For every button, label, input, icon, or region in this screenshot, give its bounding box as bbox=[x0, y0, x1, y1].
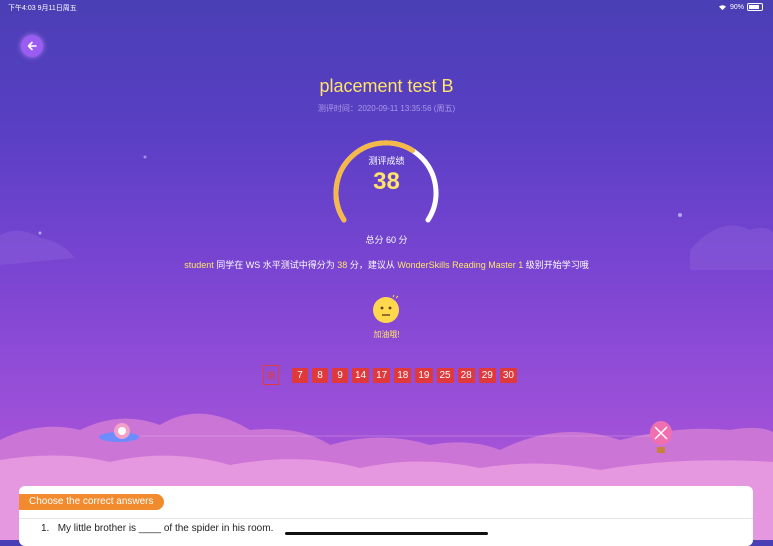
questions-card: Choose the correct answers 1. My little … bbox=[19, 486, 753, 546]
student-name: student bbox=[184, 260, 214, 270]
wrong-question-9[interactable]: 9 bbox=[332, 367, 348, 383]
question-text: My little brother is ____ of the spider … bbox=[57, 523, 274, 534]
back-button[interactable] bbox=[21, 35, 43, 57]
test-time: 测评时间：2020-09-11 13:35:56 (周五) bbox=[317, 104, 456, 113]
summary-score: 38 bbox=[337, 260, 348, 270]
ufo-icon bbox=[99, 423, 139, 442]
wrong-question-18[interactable]: 18 bbox=[394, 367, 412, 383]
wrong-question-14[interactable]: 14 bbox=[352, 367, 370, 383]
wrong-question-7[interactable]: 7 bbox=[292, 367, 308, 383]
wrong-question-29[interactable]: 29 bbox=[478, 367, 496, 383]
summary-text-2: 分，建议从 bbox=[347, 260, 398, 270]
balloon-icon bbox=[650, 421, 672, 453]
wrong-questions-list: 错 7 8 9 14 17 18 19 25 28 29 30 bbox=[263, 365, 517, 385]
wrong-question-25[interactable]: 25 bbox=[436, 367, 454, 383]
recommended-level: WonderSkills Reading Master 1 bbox=[397, 260, 524, 270]
wrong-question-28[interactable]: 28 bbox=[457, 367, 475, 383]
wrong-answers-icon: 错 bbox=[263, 365, 279, 385]
arrow-left-icon bbox=[27, 41, 37, 51]
result-summary: student 同学在 WS 水平测试中得分为 38 分，建议从 WonderS… bbox=[0, 258, 773, 271]
wrong-question-8[interactable]: 8 bbox=[312, 367, 328, 383]
summary-text-3: 级别开始学习哦 bbox=[523, 260, 589, 270]
question-item: 1. My little brother is ____ of the spid… bbox=[41, 523, 273, 534]
wrong-question-19[interactable]: 19 bbox=[415, 367, 433, 383]
home-indicator[interactable] bbox=[285, 532, 488, 535]
divider bbox=[19, 518, 753, 519]
total-score: 总分 60 分 bbox=[365, 235, 408, 245]
wrong-question-30[interactable]: 30 bbox=[499, 367, 517, 383]
neutral-face-icon bbox=[373, 294, 399, 323]
question-number: 1. bbox=[41, 523, 50, 534]
page-title: placement test B bbox=[319, 76, 454, 96]
section-tag: Choose the correct answers bbox=[19, 494, 164, 510]
wrong-question-numbers: 7 8 9 14 17 18 19 25 28 29 30 bbox=[292, 367, 517, 383]
score-label: 测评成绩 bbox=[368, 156, 405, 166]
score-value: 38 bbox=[373, 168, 400, 195]
encouragement-text: 加油哦! bbox=[373, 330, 400, 339]
summary-text-1: 同学在 WS 水平测试中得分为 bbox=[213, 260, 338, 270]
wrong-question-17[interactable]: 17 bbox=[373, 367, 391, 383]
